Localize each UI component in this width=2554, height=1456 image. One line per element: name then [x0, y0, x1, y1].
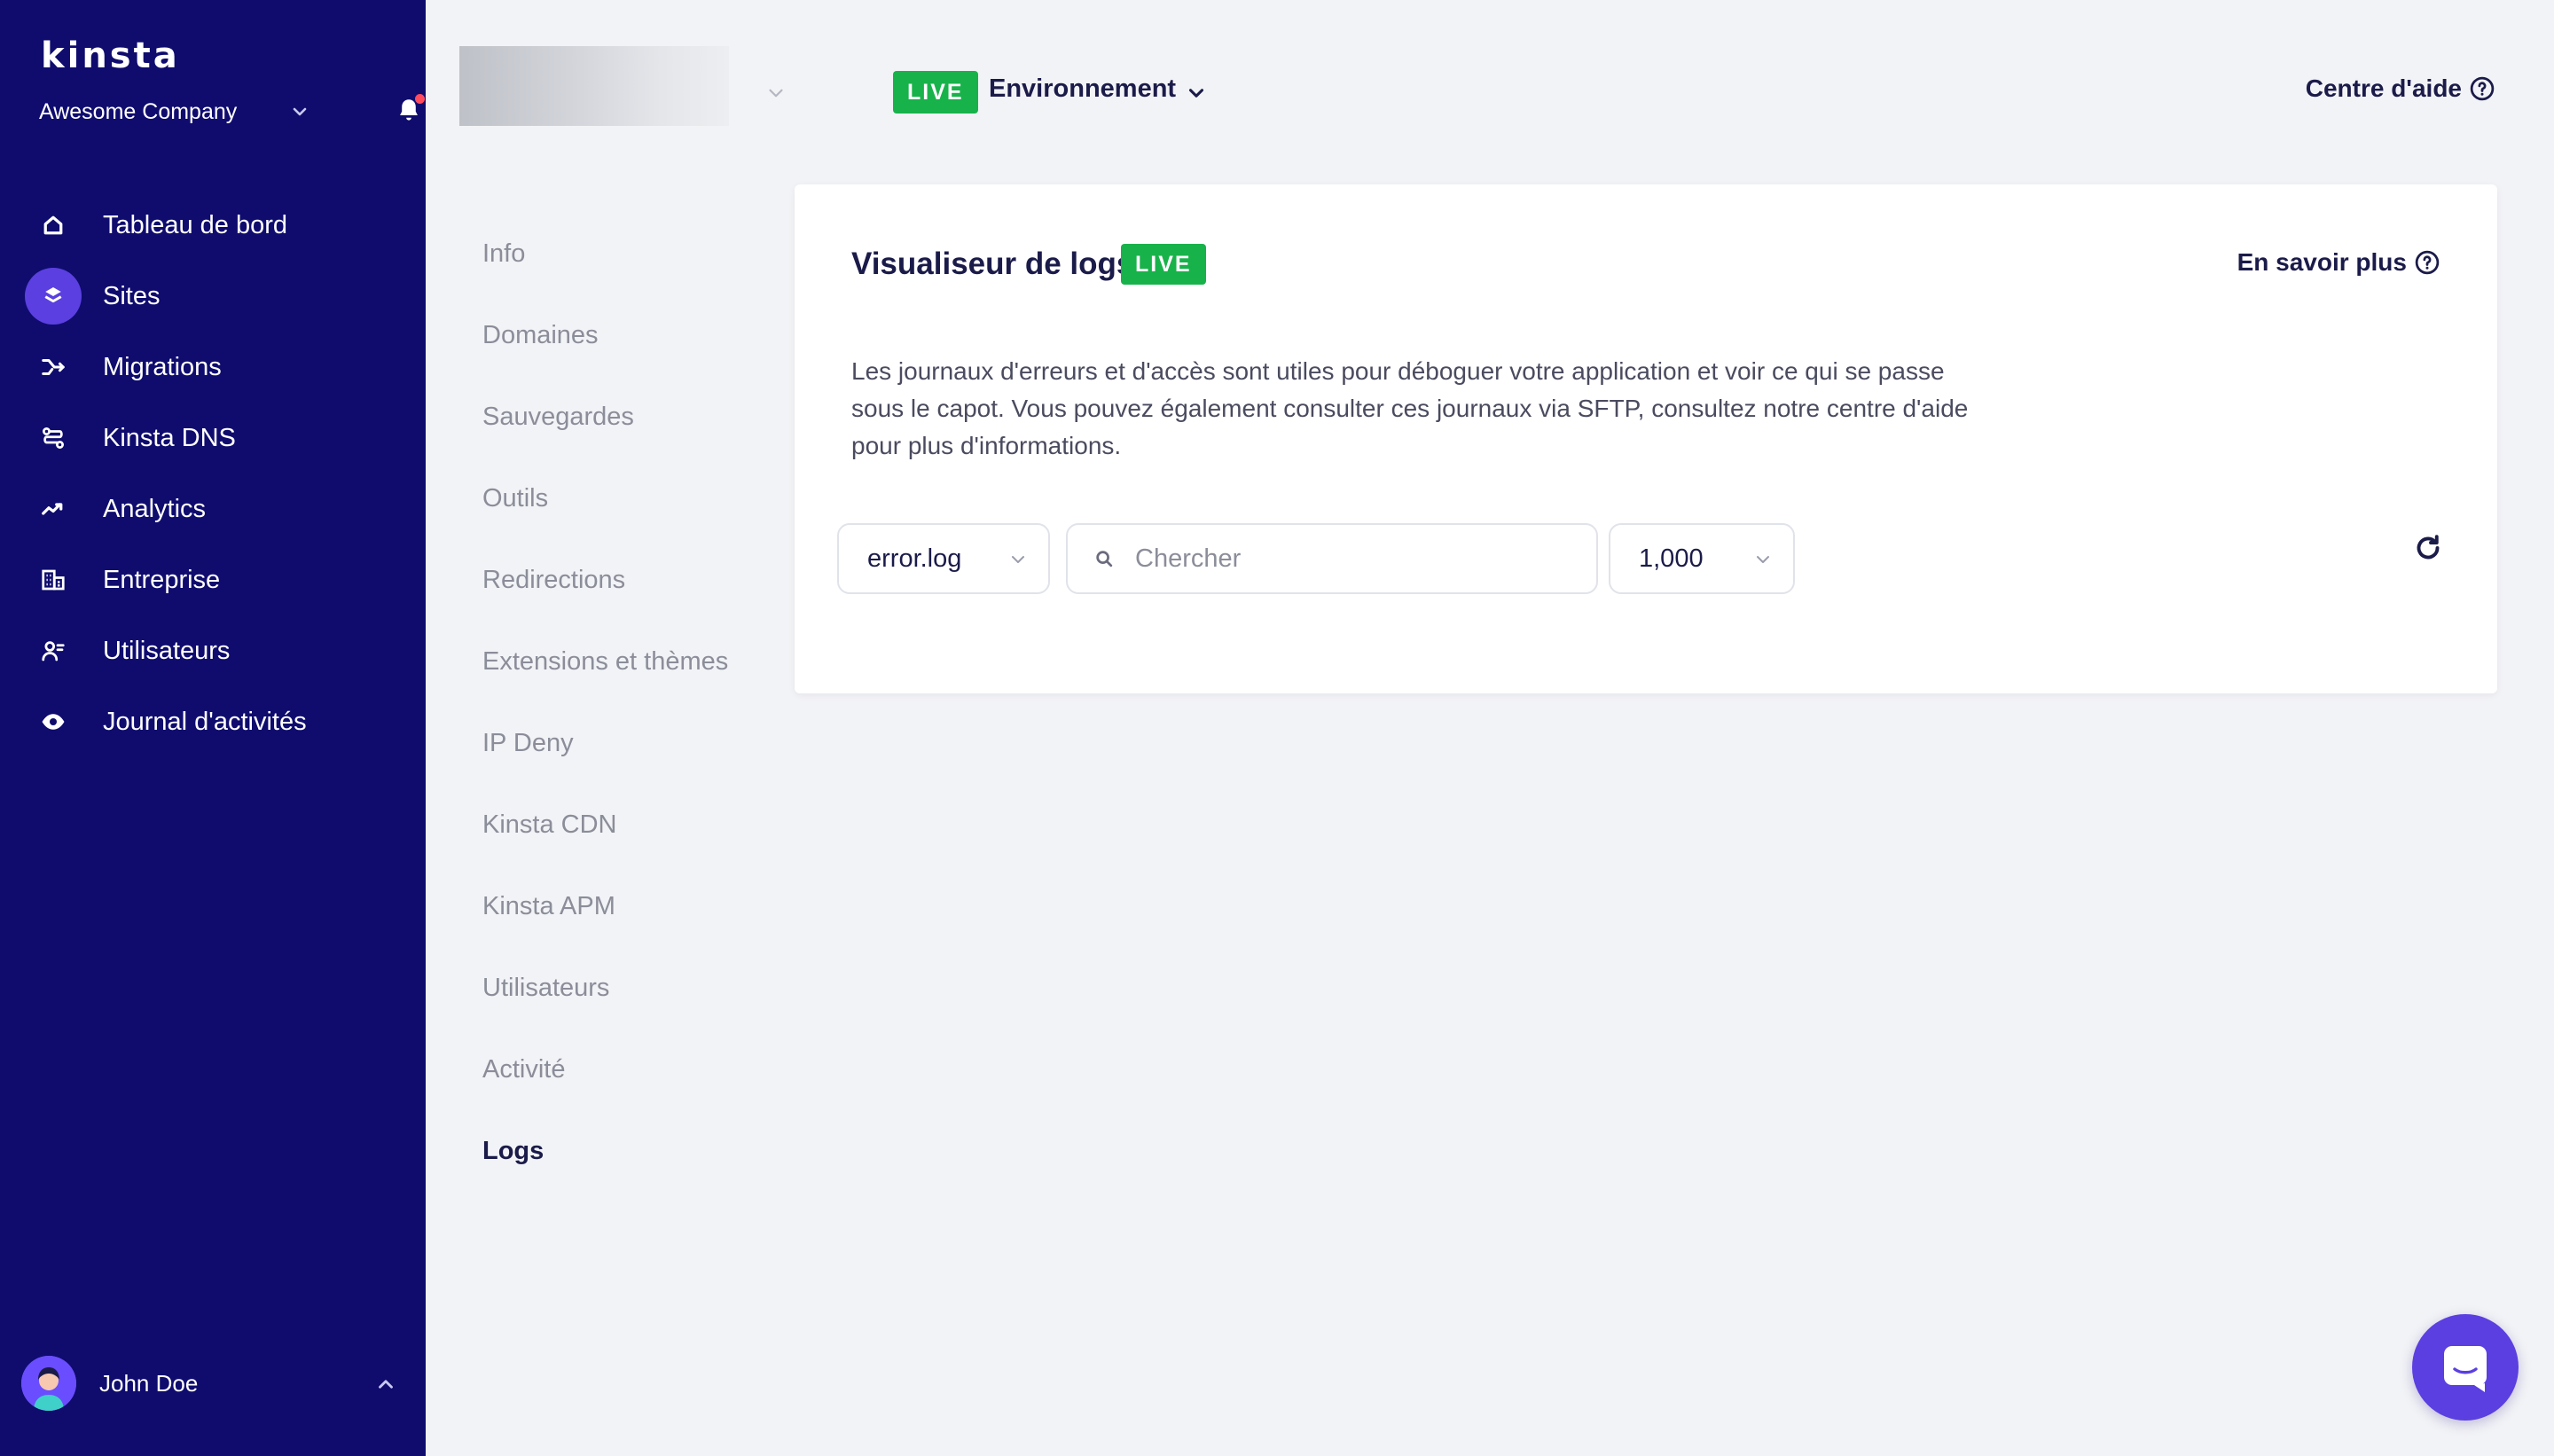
- sidebar-item-label: Journal d'activités: [103, 707, 307, 736]
- page-title: Visualiseur de logs: [851, 247, 1134, 281]
- dns-icon: [43, 427, 64, 449]
- site-subnav: Info Domaines Sauvegardes Outils Redirec…: [482, 227, 728, 1206]
- log-viewer-card: Visualiseur de logs LIVE En savoir plus …: [795, 184, 2497, 693]
- question-circle-icon: [2470, 76, 2495, 101]
- sidebar-item-label: Sites: [103, 281, 161, 310]
- log-file-value: error.log: [867, 544, 962, 573]
- chevron-down-icon: [293, 107, 307, 116]
- chevron-down-icon: [1012, 556, 1024, 563]
- chat-icon: [2444, 1346, 2487, 1392]
- environment-live-badge: LIVE: [893, 71, 978, 114]
- lines-count-select[interactable]: 1,000: [1609, 523, 1795, 594]
- subnav-item-redirections[interactable]: Redirections: [482, 553, 728, 635]
- avatar-illustration: [21, 1356, 76, 1411]
- refresh-icon[interactable]: [2412, 532, 2444, 564]
- analytics-icon: [42, 503, 63, 515]
- site-thumbnail[interactable]: [459, 46, 729, 126]
- subnav-item-utilisateurs[interactable]: Utilisateurs: [482, 961, 728, 1043]
- subnav-item-kinsta-apm[interactable]: Kinsta APM: [482, 880, 728, 961]
- sidebar-nav: Tableau de bord Sites Migrations Kinsta …: [0, 190, 426, 757]
- subnav-item-sauvegardes[interactable]: Sauvegardes: [482, 390, 728, 472]
- subnav-item-extensions[interactable]: Extensions et thèmes: [482, 635, 728, 716]
- svg-text:kinsta: kinsta: [41, 35, 180, 74]
- subnav-item-kinsta-cdn[interactable]: Kinsta CDN: [482, 798, 728, 880]
- sidebar-item-sites[interactable]: Sites: [0, 261, 426, 332]
- help-center-label: Centre d'aide: [2305, 74, 2462, 102]
- sidebar-item-kinsta-dns[interactable]: Kinsta DNS: [0, 403, 426, 474]
- chevron-up-icon: [379, 1380, 393, 1389]
- subnav-item-logs[interactable]: Logs: [482, 1124, 728, 1206]
- log-search-field[interactable]: [1066, 523, 1598, 594]
- chat-launcher-button[interactable]: [2412, 1314, 2519, 1421]
- sidebar-item-utilisateurs[interactable]: Utilisateurs: [0, 615, 426, 686]
- sidebar-item-migrations[interactable]: Migrations: [0, 332, 426, 403]
- sidebar-item-label: Kinsta DNS: [103, 423, 236, 452]
- company-switcher[interactable]: Awesome Company: [39, 92, 425, 131]
- log-file-select[interactable]: error.log: [837, 523, 1050, 594]
- lines-count-value: 1,000: [1639, 544, 1704, 573]
- sidebar-item-label: Analytics: [103, 494, 207, 523]
- sidebar-item-label: Utilisateurs: [103, 636, 231, 665]
- search-input[interactable]: [1135, 544, 1579, 574]
- subnav-item-info[interactable]: Info: [482, 227, 728, 309]
- home-icon: [43, 215, 63, 235]
- learn-more-label: En savoir plus: [2237, 248, 2407, 276]
- sidebar-item-journal[interactable]: Journal d'activités: [0, 686, 426, 757]
- subnav-item-ip-deny[interactable]: IP Deny: [482, 716, 728, 798]
- sidebar-item-dashboard[interactable]: Tableau de bord: [0, 190, 426, 261]
- environment-selector[interactable]: Environnement: [989, 74, 1176, 104]
- log-viewer-description: Les journaux d'erreurs et d'accès sont u…: [851, 357, 1969, 459]
- users-icon: [42, 641, 65, 661]
- subnav-item-domaines[interactable]: Domaines: [482, 309, 728, 390]
- company-name: Awesome Company: [39, 98, 238, 124]
- sidebar-item-label: Entreprise: [103, 565, 221, 594]
- live-badge: LIVE: [1121, 244, 1206, 285]
- subnav-item-outils[interactable]: Outils: [482, 472, 728, 553]
- sidebar-item-label: Tableau de bord: [103, 210, 287, 239]
- building-icon: [42, 569, 65, 591]
- subnav-item-activite[interactable]: Activité: [482, 1043, 728, 1124]
- notification-dot: [415, 94, 425, 104]
- learn-more-link[interactable]: En savoir plus: [2237, 248, 2440, 277]
- user-name: John Doe: [99, 1369, 199, 1397]
- sidebar-item-label: Migrations: [103, 352, 222, 381]
- chevron-down-icon[interactable]: [1185, 82, 1208, 105]
- help-center-link[interactable]: Centre d'aide: [2306, 74, 2495, 103]
- site-chevron-down-icon[interactable]: [764, 82, 787, 105]
- sidebar: kinsta Awesome Company Tableau de bord S…: [0, 0, 426, 1456]
- question-circle-icon: [2415, 250, 2440, 275]
- migrations-icon: [42, 359, 65, 375]
- search-icon: [1096, 551, 1113, 568]
- layers-icon: [44, 287, 62, 303]
- sidebar-item-entreprise[interactable]: Entreprise: [0, 544, 426, 615]
- eye-icon: [42, 714, 65, 730]
- avatar: [21, 1356, 76, 1411]
- app-root: kinsta Awesome Company Tableau de bord S…: [0, 0, 2554, 1456]
- chevron-down-icon: [1757, 556, 1769, 563]
- kinsta-logo[interactable]: kinsta: [41, 35, 192, 74]
- user-menu[interactable]: John Doe: [21, 1355, 403, 1412]
- sidebar-item-analytics[interactable]: Analytics: [0, 474, 426, 544]
